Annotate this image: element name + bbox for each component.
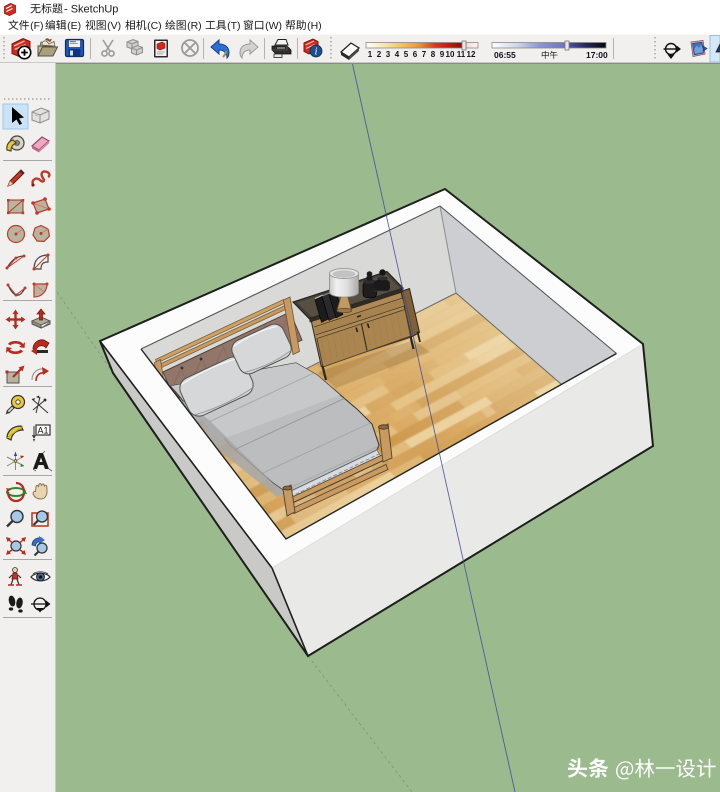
svg-text:i: i — [315, 47, 318, 58]
svg-text:8: 8 — [431, 50, 436, 59]
svg-text:7: 7 — [422, 50, 427, 59]
svg-text:1: 1 — [368, 50, 373, 59]
svg-text:6: 6 — [413, 50, 418, 59]
svg-text:- SketchUp: - SketchUp — [64, 4, 118, 16]
svg-text:11: 11 — [457, 50, 466, 59]
svg-text:(F): (F) — [30, 20, 43, 32]
svg-text:3: 3 — [386, 50, 391, 59]
svg-text:9: 9 — [440, 50, 445, 59]
svg-text:(V): (V) — [107, 20, 121, 32]
svg-text:(E): (E) — [67, 20, 81, 32]
svg-text:A1: A1 — [37, 426, 48, 436]
svg-text:(H): (H) — [307, 20, 322, 32]
svg-text:(C): (C) — [147, 20, 162, 32]
svg-text:5: 5 — [404, 50, 409, 59]
svg-text:2: 2 — [377, 50, 382, 59]
svg-text:(W): (W) — [265, 20, 282, 32]
svg-text:(R): (R) — [187, 20, 202, 32]
svg-text:(T): (T) — [227, 20, 240, 32]
svg-text:10: 10 — [446, 50, 455, 59]
svg-text:06:55: 06:55 — [494, 50, 516, 60]
svg-text:17:00: 17:00 — [586, 50, 608, 60]
svg-text:12: 12 — [467, 50, 476, 59]
svg-text:4: 4 — [395, 50, 400, 59]
